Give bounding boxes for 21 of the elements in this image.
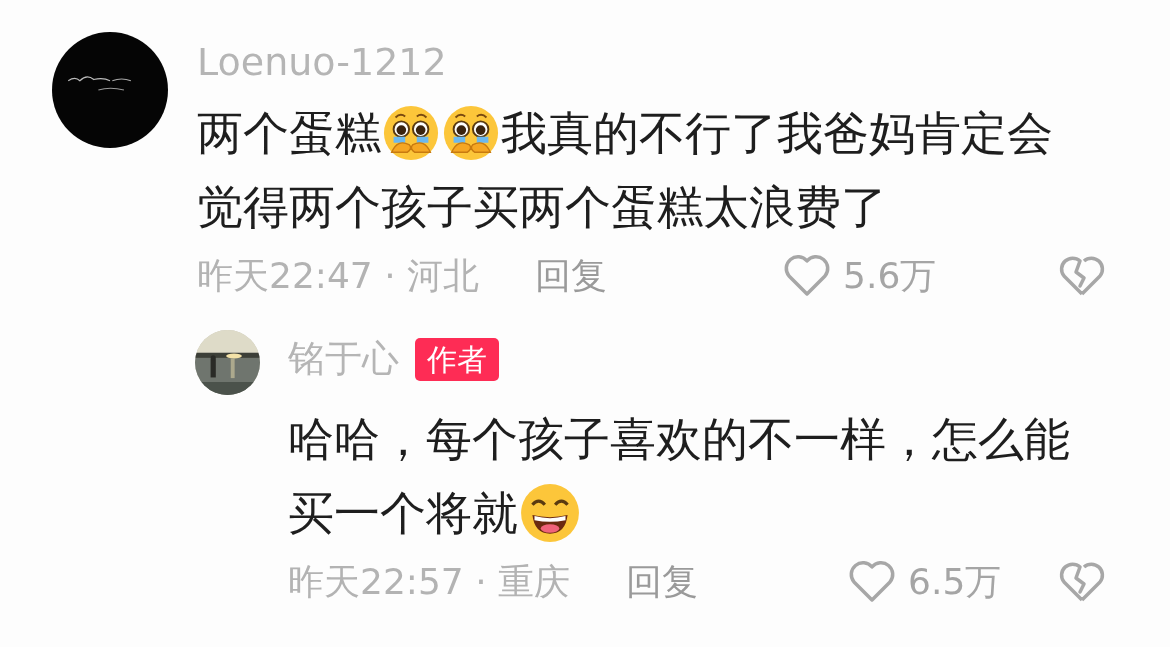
reply-link[interactable]: 回复: [626, 555, 699, 609]
crying-face-icon: [442, 104, 500, 162]
author-badge: 作者: [415, 337, 499, 381]
comment-timestamp: 昨天22:57 · 重庆: [288, 560, 571, 604]
broken-heart-icon[interactable]: [1058, 254, 1106, 298]
username[interactable]: Loenuo-1212: [197, 32, 1106, 92]
comment-text: 哈哈，每个孩子喜欢的不一样，怎么能: [288, 410, 1070, 468]
like-count: 6.5万: [908, 560, 1002, 604]
comment-text: 我真的不行了我爸妈肯定会: [501, 104, 1053, 162]
heart-icon[interactable]: [848, 560, 897, 604]
heart-icon[interactable]: [783, 254, 832, 298]
comment-text: 买一个将就: [288, 484, 518, 542]
like-count: 5.6万: [843, 254, 937, 298]
reply-link[interactable]: 回复: [535, 249, 608, 303]
username[interactable]: 铭于心: [288, 331, 399, 387]
grinning-face-icon: [519, 482, 581, 544]
crying-face-icon: [382, 104, 440, 162]
comment-text: 两个蛋糕: [197, 104, 381, 162]
comment-text: 觉得两个孩子买两个蛋糕太浪费了: [197, 178, 887, 236]
comment-timestamp: 昨天22:47 · 河北: [197, 254, 480, 298]
broken-heart-icon[interactable]: [1058, 560, 1106, 604]
